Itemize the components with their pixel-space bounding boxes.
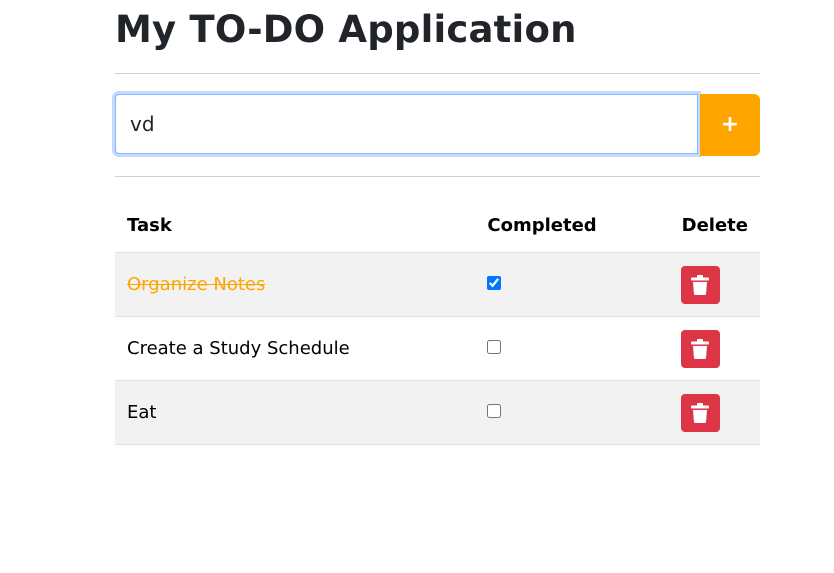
task-table: Task Completed Delete Organize Notes Cre… <box>115 199 760 445</box>
task-input[interactable] <box>115 94 698 154</box>
form-divider <box>115 176 760 177</box>
task-label: Eat <box>127 402 157 423</box>
title-divider <box>115 73 760 74</box>
add-task-form: + <box>115 94 760 156</box>
trash-icon <box>691 402 710 423</box>
header-completed: Completed <box>463 199 658 253</box>
task-cell: Organize Notes <box>115 252 464 317</box>
task-label: Organize Notes <box>127 274 266 295</box>
task-cell: Eat <box>115 380 464 445</box>
page-title: My TO-DO Application <box>115 8 577 51</box>
delete-cell <box>657 380 760 445</box>
completed-cell <box>463 380 658 445</box>
task-label: Create a Study Schedule <box>127 338 350 359</box>
table-row: Organize Notes <box>115 252 760 317</box>
header-task: Task <box>115 199 464 253</box>
table-row: Eat <box>115 380 760 445</box>
delete-cell <box>657 252 760 317</box>
delete-button[interactable] <box>680 329 720 368</box>
trash-icon <box>691 274 710 295</box>
task-cell: Create a Study Schedule <box>115 316 464 381</box>
delete-cell <box>657 316 760 381</box>
add-task-button[interactable]: + <box>700 94 760 156</box>
table-row: Create a Study Schedule <box>115 316 760 381</box>
delete-button[interactable] <box>680 393 720 432</box>
header-delete: Delete <box>657 199 760 253</box>
completed-cell <box>463 316 658 381</box>
completed-checkbox[interactable] <box>487 276 502 290</box>
trash-icon <box>691 338 710 359</box>
completed-checkbox[interactable] <box>487 340 502 354</box>
table-header-row: Task Completed Delete <box>115 199 760 253</box>
delete-button[interactable] <box>680 265 720 304</box>
completed-cell <box>463 252 658 317</box>
completed-checkbox[interactable] <box>487 404 502 418</box>
